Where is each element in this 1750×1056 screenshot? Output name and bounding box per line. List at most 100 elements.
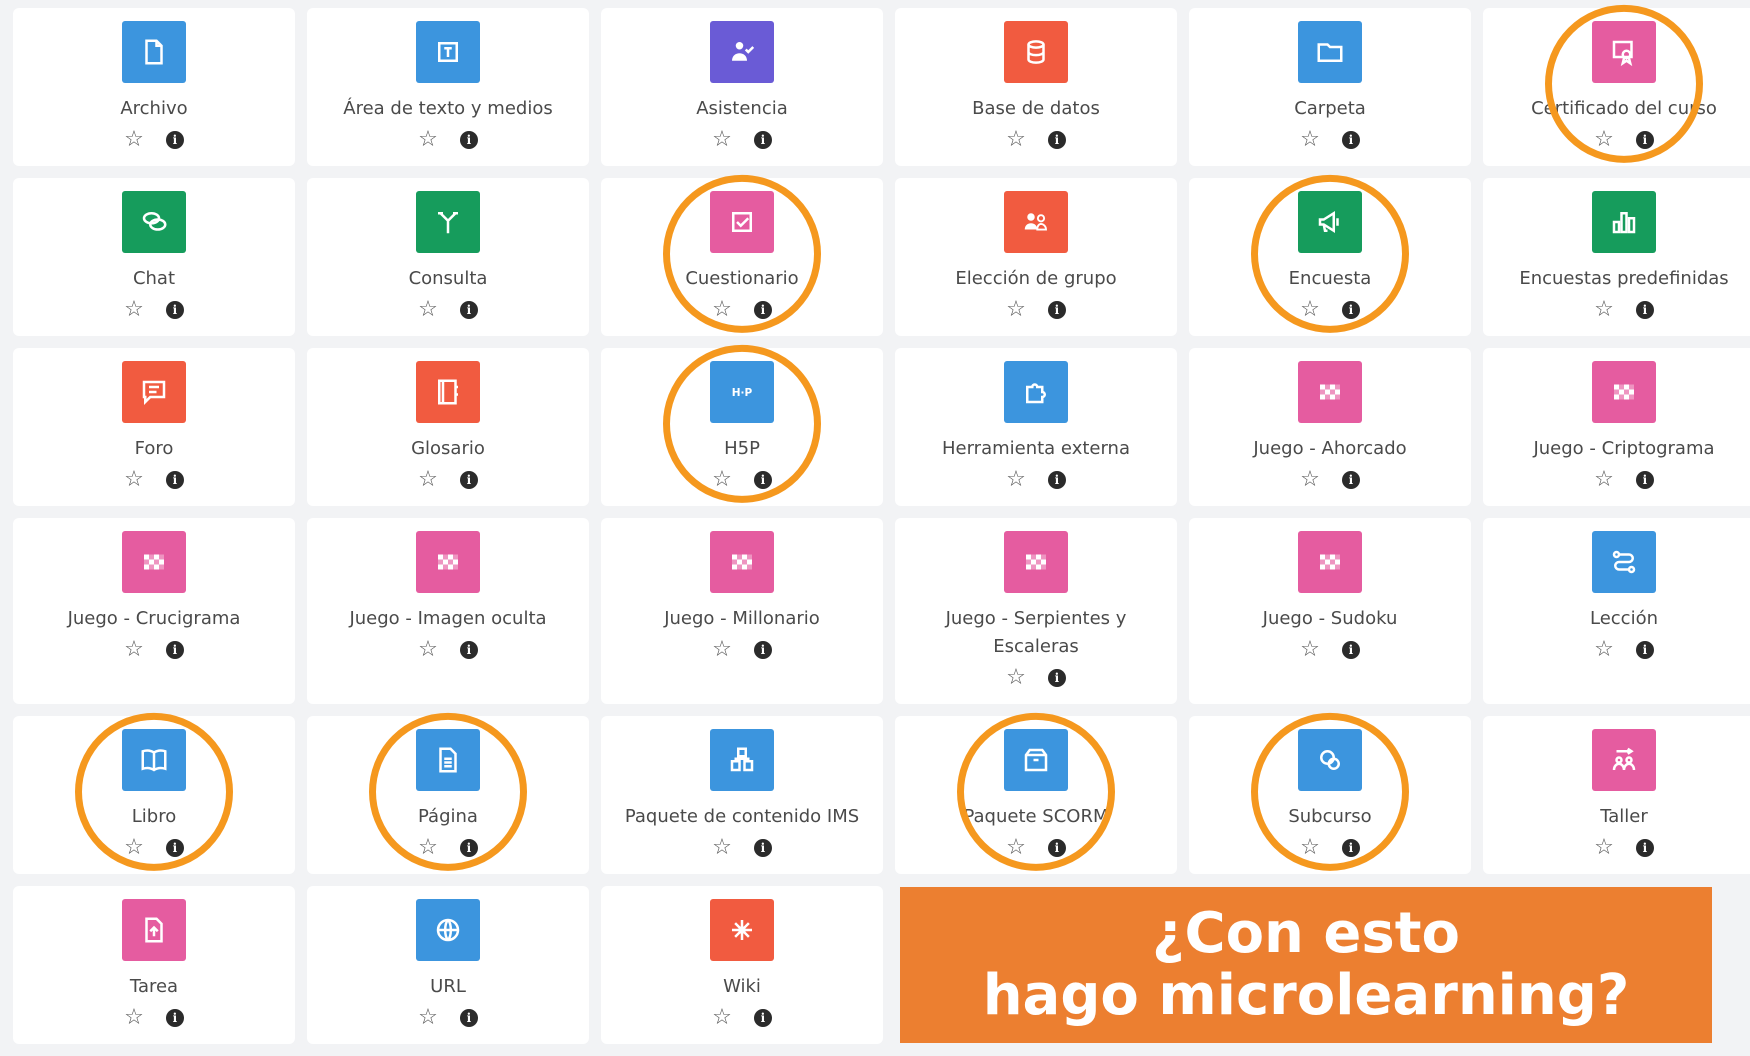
star-icon[interactable]: ☆	[712, 639, 732, 661]
activity-card[interactable]: Archivo ☆ i	[13, 8, 295, 166]
info-icon[interactable]: i	[1047, 839, 1066, 857]
activity-card[interactable]: Herramienta externa ☆ i	[895, 348, 1177, 506]
star-icon[interactable]: ☆	[418, 129, 438, 151]
activity-card[interactable]: Elección de grupo ☆ i	[895, 178, 1177, 336]
activity-actions: ☆ i	[712, 837, 772, 859]
info-icon[interactable]: i	[1341, 131, 1360, 149]
activity-card[interactable]: Base de datos ☆ i	[895, 8, 1177, 166]
info-icon[interactable]: i	[1635, 471, 1654, 489]
activity-card[interactable]: Lección ☆ i	[1483, 518, 1750, 704]
info-icon[interactable]: i	[459, 1009, 478, 1027]
star-icon[interactable]: ☆	[124, 639, 144, 661]
info-icon[interactable]: i	[1047, 669, 1066, 687]
star-icon[interactable]: ☆	[1006, 299, 1026, 321]
star-icon[interactable]: ☆	[1594, 129, 1614, 151]
star-icon[interactable]: ☆	[1300, 299, 1320, 321]
star-icon[interactable]: ☆	[1594, 837, 1614, 859]
activity-card[interactable]: Libro ☆ i	[13, 712, 295, 874]
star-icon[interactable]: ☆	[124, 129, 144, 151]
activity-card[interactable]: Juego - Imagen oculta ☆ i	[307, 518, 589, 704]
activity-card[interactable]: Juego - Sudoku ☆ i	[1189, 518, 1471, 704]
activity-card[interactable]: Foro ☆ i	[13, 348, 295, 506]
info-icon[interactable]: i	[459, 301, 478, 319]
star-icon[interactable]: ☆	[124, 469, 144, 491]
info-icon[interactable]: i	[753, 641, 772, 659]
activity-card[interactable]: URL ☆ i	[307, 886, 589, 1044]
info-icon[interactable]: i	[165, 131, 184, 149]
info-icon[interactable]: i	[1341, 471, 1360, 489]
star-icon[interactable]: ☆	[124, 837, 144, 859]
info-icon[interactable]: i	[459, 131, 478, 149]
activity-card[interactable]: Juego - Ahorcado ☆ i	[1189, 348, 1471, 506]
star-icon[interactable]: ☆	[124, 1007, 144, 1029]
info-icon[interactable]: i	[165, 839, 184, 857]
activity-card[interactable]: Encuesta ☆ i	[1189, 174, 1471, 336]
activity-card[interactable]: Glosario ☆ i	[307, 348, 589, 506]
info-icon[interactable]: i	[753, 471, 772, 489]
activity-card[interactable]: Carpeta ☆ i	[1189, 8, 1471, 166]
activity-card[interactable]: Juego - Serpientes y Escaleras ☆ i	[895, 518, 1177, 704]
info-icon[interactable]: i	[1341, 839, 1360, 857]
info-icon[interactable]: i	[1635, 301, 1654, 319]
star-icon[interactable]: ☆	[124, 299, 144, 321]
star-icon[interactable]: ☆	[712, 1007, 732, 1029]
star-icon[interactable]: ☆	[1006, 469, 1026, 491]
activity-card[interactable]: Paquete de contenido IMS ☆ i	[601, 716, 883, 874]
info-icon[interactable]: i	[1341, 301, 1360, 319]
star-icon[interactable]: ☆	[712, 469, 732, 491]
info-icon[interactable]: i	[1635, 131, 1654, 149]
info-icon[interactable]: i	[1341, 641, 1360, 659]
info-icon[interactable]: i	[459, 839, 478, 857]
activity-card[interactable]: Certificado del curso ☆ i	[1483, 4, 1750, 166]
star-icon[interactable]: ☆	[1006, 837, 1026, 859]
activity-card[interactable]: Juego - Criptograma ☆ i	[1483, 348, 1750, 506]
star-icon[interactable]: ☆	[1300, 639, 1320, 661]
activity-card[interactable]: Página ☆ i	[307, 712, 589, 874]
star-icon[interactable]: ☆	[418, 639, 438, 661]
activity-card[interactable]: Juego - Millonario ☆ i	[601, 518, 883, 704]
star-icon[interactable]: ☆	[1006, 129, 1026, 151]
star-icon[interactable]: ☆	[1006, 667, 1026, 689]
activity-card[interactable]: Juego - Crucigrama ☆ i	[13, 518, 295, 704]
star-icon[interactable]: ☆	[418, 469, 438, 491]
activity-card[interactable]: Consulta ☆ i	[307, 178, 589, 336]
info-icon[interactable]: i	[753, 301, 772, 319]
activity-card[interactable]: Wiki ☆ i	[601, 886, 883, 1044]
info-icon[interactable]: i	[165, 301, 184, 319]
activity-card[interactable]: Subcurso ☆ i	[1189, 712, 1471, 874]
activity-card[interactable]: Encuestas predefinidas ☆ i	[1483, 178, 1750, 336]
star-icon[interactable]: ☆	[1300, 469, 1320, 491]
activity-card[interactable]: Chat ☆ i	[13, 178, 295, 336]
info-icon[interactable]: i	[1047, 301, 1066, 319]
info-icon[interactable]: i	[459, 641, 478, 659]
activity-card[interactable]: Tarea ☆ i	[13, 886, 295, 1044]
activity-card[interactable]: H·P H5P ☆ i	[601, 344, 883, 506]
star-icon[interactable]: ☆	[712, 299, 732, 321]
info-icon[interactable]: i	[165, 471, 184, 489]
info-icon[interactable]: i	[753, 1009, 772, 1027]
star-icon[interactable]: ☆	[1594, 469, 1614, 491]
activity-card[interactable]: Taller ☆ i	[1483, 716, 1750, 874]
info-icon[interactable]: i	[1635, 839, 1654, 857]
activity-card[interactable]: Paquete SCORM ☆ i	[895, 712, 1177, 874]
info-icon[interactable]: i	[753, 131, 772, 149]
star-icon[interactable]: ☆	[1594, 299, 1614, 321]
star-icon[interactable]: ☆	[418, 1007, 438, 1029]
info-icon[interactable]: i	[165, 1009, 184, 1027]
star-icon[interactable]: ☆	[712, 129, 732, 151]
info-icon[interactable]: i	[1635, 641, 1654, 659]
star-icon[interactable]: ☆	[418, 299, 438, 321]
info-icon[interactable]: i	[459, 471, 478, 489]
info-icon[interactable]: i	[1047, 471, 1066, 489]
star-icon[interactable]: ☆	[1594, 639, 1614, 661]
info-icon[interactable]: i	[165, 641, 184, 659]
star-icon[interactable]: ☆	[712, 837, 732, 859]
activity-card[interactable]: Asistencia ☆ i	[601, 8, 883, 166]
info-icon[interactable]: i	[753, 839, 772, 857]
activity-card[interactable]: Cuestionario ☆ i	[601, 174, 883, 336]
star-icon[interactable]: ☆	[1300, 129, 1320, 151]
star-icon[interactable]: ☆	[1300, 837, 1320, 859]
info-icon[interactable]: i	[1047, 131, 1066, 149]
star-icon[interactable]: ☆	[418, 837, 438, 859]
activity-card[interactable]: Área de texto y medios ☆ i	[307, 8, 589, 166]
